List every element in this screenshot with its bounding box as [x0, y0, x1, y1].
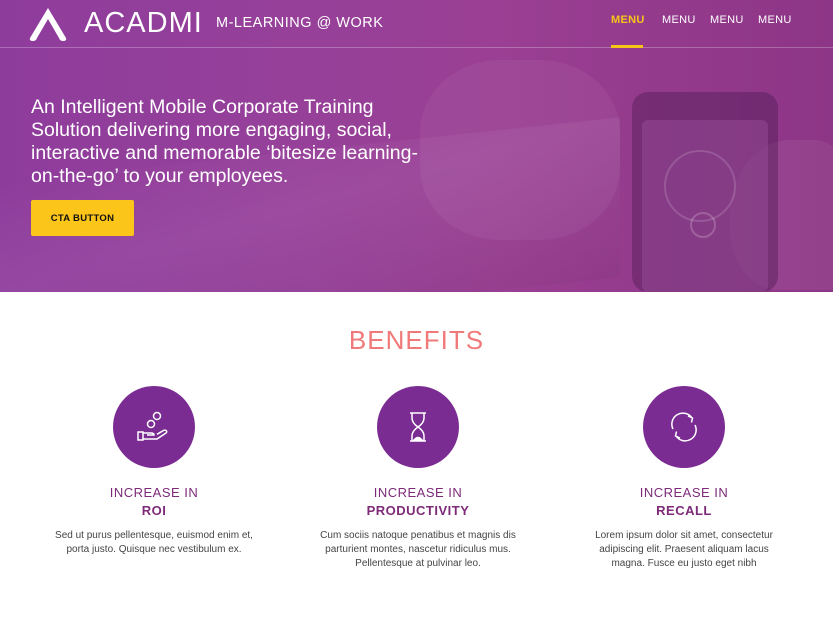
logo-text[interactable]: ACADMI	[84, 7, 203, 40]
cta-button[interactable]: CTA BUTTON	[31, 200, 134, 236]
benefit-description: Cum sociis natoque penatibus et magnis d…	[320, 530, 516, 569]
nav-item-menu-3[interactable]: MENU	[710, 13, 743, 48]
background-photo-blur	[420, 60, 620, 240]
benefit-heading-line1: INCREASE IN	[373, 485, 463, 500]
hero-headline: An Intelligent Mobile Corporate Training…	[31, 96, 418, 187]
benefit-heading-line2: ROI	[141, 503, 167, 518]
benefit-heading-line1: INCREASE IN	[109, 485, 199, 500]
benefits-heading: BENEFITS	[348, 325, 485, 355]
refresh-cycle-icon	[671, 412, 697, 442]
benefit-icon-circle	[113, 386, 195, 468]
benefit-heading-line1: INCREASE IN	[639, 485, 729, 500]
top-navigation-bar: ACADMI M-LEARNING @ WORK MENU MENU MENU …	[0, 0, 833, 48]
benefit-description: Sed ut purus pellentesque, euismod enim …	[55, 530, 253, 555]
benefit-icon-circle	[643, 386, 725, 468]
logo-icon[interactable]	[28, 6, 68, 42]
hourglass-icon	[410, 412, 426, 442]
benefit-roi: INCREASE IN ROI Sed ut purus pellentesqu…	[54, 386, 254, 557]
hand-coins-icon	[137, 411, 168, 441]
hero-section: ACADMI M-LEARNING @ WORK MENU MENU MENU …	[0, 0, 833, 292]
benefit-icon-circle	[377, 386, 459, 468]
nav-item-menu-2[interactable]: MENU	[662, 13, 695, 48]
nav-item-menu-4[interactable]: MENU	[758, 13, 791, 48]
benefit-heading-line2: RECALL	[656, 503, 712, 518]
benefit-description: Lorem ipsum dolor sit amet, consectetur …	[595, 530, 773, 569]
nav-item-menu-1[interactable]: MENU	[611, 13, 644, 48]
benefit-productivity: INCREASE IN PRODUCTIVITY Cum sociis nato…	[318, 386, 518, 571]
benefit-recall: INCREASE IN RECALL Lorem ipsum dolor sit…	[584, 386, 784, 571]
background-photo-play-icon	[690, 212, 716, 238]
tagline: M-LEARNING @ WORK	[216, 15, 384, 31]
benefit-heading-line2: PRODUCTIVITY	[366, 503, 470, 518]
